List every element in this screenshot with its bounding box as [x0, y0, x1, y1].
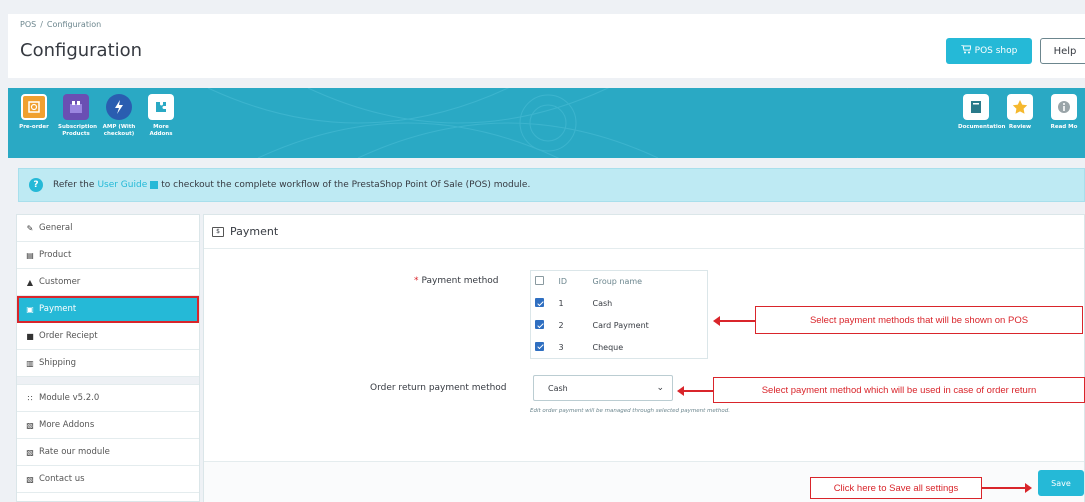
sidebar-item-more-addons[interactable]: ▧ More Addons	[17, 412, 199, 439]
wrench-icon: ✎	[26, 223, 34, 233]
table-row: 1 Cash	[531, 293, 708, 315]
sidebar-item-general[interactable]: ✎ General	[17, 215, 199, 242]
pos-shop-button[interactable]: POS shop	[946, 38, 1032, 64]
annotation-payment-methods: Select payment methods that will be show…	[755, 306, 1083, 334]
documentation-icon	[963, 94, 989, 120]
column-header-group-name: Group name	[592, 277, 643, 287]
puzzle-icon	[148, 94, 174, 120]
payment-panel: $ Payment * Payment method ID Group name …	[203, 214, 1085, 502]
required-marker: *	[414, 276, 419, 286]
annotation-arrow-save	[982, 483, 1032, 493]
annotation-arrow-return	[677, 386, 713, 396]
order-return-label: Order return payment method	[370, 383, 507, 393]
addon-more-addons[interactable]: More Addons	[143, 94, 179, 138]
sitemap-icon: ∷	[27, 393, 33, 403]
page-header: POS / Configuration Configuration POS shop…	[8, 14, 1085, 78]
sidebar-item-module-version[interactable]: ∷ Module v5.2.0	[17, 385, 199, 412]
breadcrumb: POS / Configuration	[20, 20, 102, 29]
receipt-icon: ■	[26, 331, 34, 341]
breadcrumb-pos[interactable]: POS	[20, 20, 36, 29]
payment-method-label: * Payment method	[414, 276, 499, 286]
sidebar-item-contact-us[interactable]: ▧ Contact us	[17, 466, 199, 493]
annotation-save: Click here to Save all settings	[810, 477, 982, 499]
addon-amp[interactable]: AMP (With checkout)	[101, 94, 137, 138]
addon-review[interactable]: Review	[1002, 94, 1038, 131]
annotation-order-return: Select payment method which will be used…	[713, 377, 1085, 403]
addon-read-more[interactable]: Read Mo	[1046, 94, 1082, 131]
chevron-down-icon: ⌄	[656, 383, 664, 393]
table-row: 2 Card Payment	[531, 315, 708, 337]
external-icon: ▧	[26, 447, 34, 457]
external-link-icon	[150, 181, 159, 189]
user-icon: ▲	[26, 277, 34, 287]
preorder-icon	[21, 94, 47, 120]
order-return-help-text: Edit order payment will be managed throu…	[530, 408, 730, 414]
addon-preorder[interactable]: Pre-order	[16, 94, 52, 131]
sidebar-item-order-reciept[interactable]: ■ Order Reciept	[17, 323, 199, 350]
save-button[interactable]: Save	[1038, 470, 1084, 496]
select-all-checkbox[interactable]	[535, 276, 544, 286]
question-icon: ?	[29, 178, 43, 192]
book-icon: ▤	[26, 250, 34, 260]
payment-cheque-checkbox[interactable]	[535, 341, 544, 351]
order-return-select[interactable]: Cash ⌄	[533, 375, 673, 401]
payment-method-table: ID Group name 1 Cash 2 Card Payment 3 Ch…	[530, 270, 708, 359]
info-alert: ? Refer the User Guide to checkout the c…	[18, 168, 1085, 202]
amp-bolt-icon	[106, 94, 132, 120]
sidebar-item-rate-module[interactable]: ▧ Rate our module	[17, 439, 199, 466]
star-icon	[1007, 94, 1033, 120]
subscription-icon	[63, 94, 89, 120]
annotation-arrow-payment	[713, 316, 755, 326]
money-icon: $	[212, 226, 224, 237]
info-icon	[1051, 94, 1077, 120]
column-header-id: ID	[558, 277, 568, 287]
panel-title: Payment	[230, 225, 279, 238]
sidebar-item-payment[interactable]: ▣ Payment	[17, 296, 199, 323]
settings-sidebar: ✎ General ▤ Product ▲ Customer ▣ Payment…	[16, 214, 200, 502]
money-icon: ▣	[26, 304, 34, 314]
panel-heading: $ Payment	[204, 215, 1084, 249]
external-icon: ▧	[26, 420, 34, 430]
addons-banner: Pre-order Subscription Products AMP (Wit…	[8, 88, 1085, 158]
help-button[interactable]: Help	[1040, 38, 1085, 64]
page-title: Configuration	[20, 40, 143, 61]
table-row: 3 Cheque	[531, 337, 708, 359]
sidebar-item-shipping[interactable]: ▥ Shipping	[17, 350, 199, 377]
cart-icon	[960, 44, 972, 57]
sidebar-divider	[17, 377, 199, 385]
breadcrumb-configuration: Configuration	[46, 20, 102, 29]
external-icon: ▧	[26, 474, 34, 484]
table-header-row: ID Group name	[531, 271, 708, 293]
payment-card-checkbox[interactable]	[535, 320, 544, 329]
truck-icon: ▥	[26, 358, 34, 368]
user-guide-link[interactable]: User Guide	[97, 180, 147, 190]
payment-cash-checkbox[interactable]	[535, 298, 544, 307]
sidebar-item-customer[interactable]: ▲ Customer	[17, 269, 199, 296]
addon-documentation[interactable]: Documentation	[958, 94, 1005, 131]
sidebar-item-product[interactable]: ▤ Product	[17, 242, 199, 269]
addon-subscription-products[interactable]: Subscription Products	[58, 94, 97, 138]
